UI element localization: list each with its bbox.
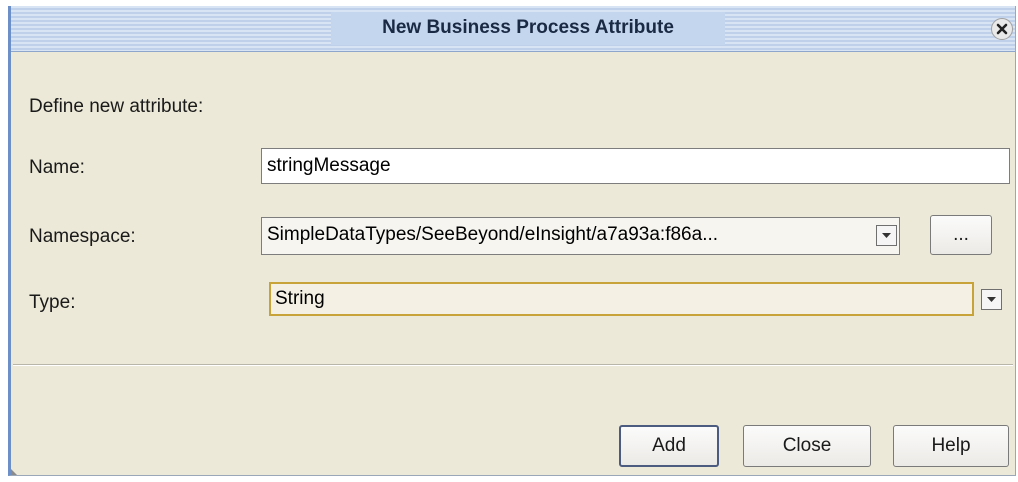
type-dropdown-button[interactable] bbox=[981, 289, 1002, 310]
type-dropdown[interactable]: String bbox=[269, 282, 974, 316]
namespace-label: Namespace: bbox=[29, 226, 136, 247]
namespace-dropdown[interactable]: SimpleDataTypes/SeeBeyond/eInsight/a7a93… bbox=[261, 217, 900, 255]
chevron-down-icon bbox=[987, 297, 996, 302]
resize-grip[interactable] bbox=[11, 469, 17, 475]
type-value: String bbox=[275, 288, 325, 309]
add-button[interactable]: Add bbox=[619, 425, 719, 467]
namespace-value: SimpleDataTypes/SeeBeyond/eInsight/a7a93… bbox=[267, 224, 719, 245]
title-bar[interactable]: New Business Process Attribute bbox=[11, 6, 1015, 52]
namespace-dropdown-button[interactable] bbox=[876, 225, 897, 246]
dialog-title: New Business Process Attribute bbox=[382, 17, 674, 38]
type-label: Type: bbox=[29, 292, 76, 313]
name-input[interactable]: stringMessage bbox=[261, 148, 1010, 184]
close-icon bbox=[996, 23, 1008, 35]
name-label: Name: bbox=[29, 157, 85, 178]
form-heading: Define new attribute: bbox=[29, 96, 204, 117]
chevron-down-icon bbox=[882, 233, 891, 238]
close-button[interactable]: Close bbox=[743, 425, 871, 467]
close-window-button[interactable] bbox=[991, 18, 1013, 40]
namespace-browse-button[interactable]: ... bbox=[930, 215, 992, 255]
help-button[interactable]: Help bbox=[893, 425, 1009, 467]
separator bbox=[13, 364, 1013, 366]
new-attribute-dialog: New Business Process Attribute Define ne… bbox=[8, 6, 1016, 476]
